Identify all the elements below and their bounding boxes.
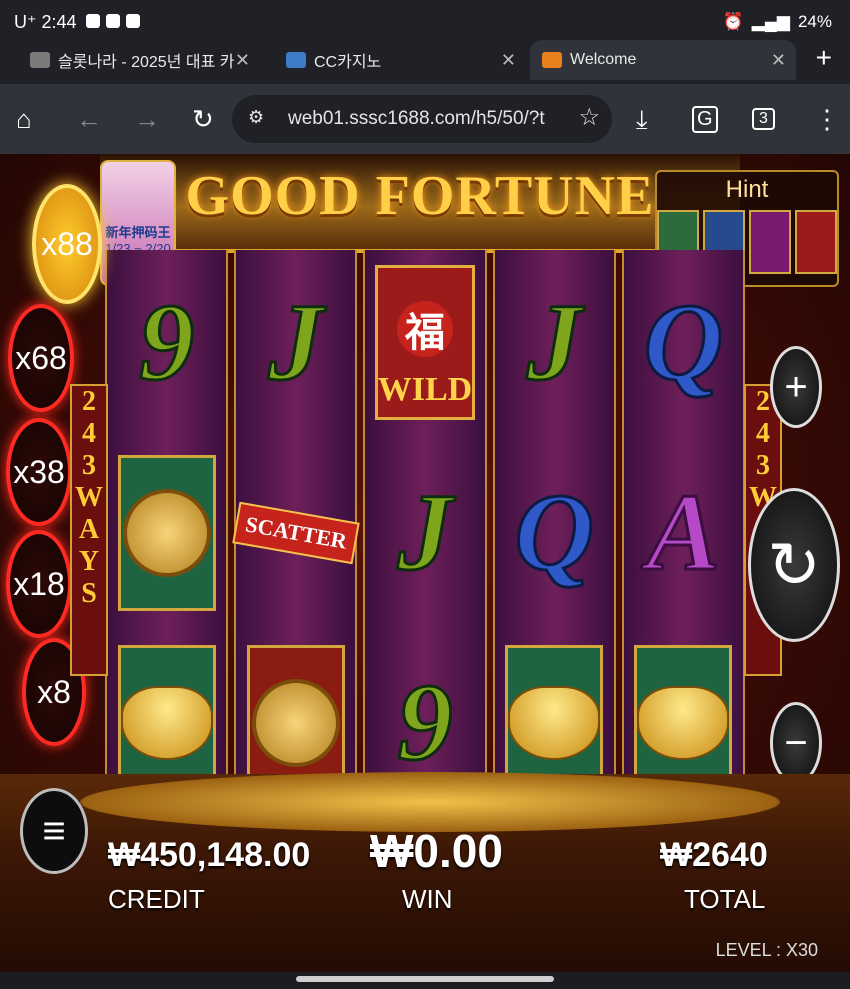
close-tab-icon[interactable]: ✕ — [501, 50, 516, 71]
download-icon[interactable]: ⤓ — [636, 104, 648, 136]
close-tab-icon[interactable]: ✕ — [235, 50, 250, 71]
reel-3: 福 WILD J 9 — [363, 250, 487, 810]
status-bar: U⁺ 2:44 ⏰ ▂▄▆ 24% — [0, 0, 850, 44]
hint-medallion-icon — [795, 210, 837, 274]
bet-increase-button[interactable]: + — [770, 346, 822, 428]
symbol-q: Q — [642, 280, 724, 405]
win-value: ₩0.00 — [370, 825, 503, 877]
symbol-j: J — [396, 470, 454, 595]
address-toolbar: ⌂ ← → ↻ ⚙ web01.sssc1688.com/h5/50/?t ☆ … — [0, 84, 850, 154]
title-roof: GOOD FORTUNE — [100, 154, 740, 253]
credit-label: CREDIT — [108, 884, 205, 914]
medallion-icon — [251, 678, 340, 767]
forward-icon[interactable]: → — [134, 104, 160, 135]
gold-ingot-icon — [637, 685, 730, 760]
reel-2: J SCATTER — [231, 250, 360, 810]
symbol-wild: 福 WILD — [365, 255, 484, 430]
hint-fan-icon — [749, 210, 791, 274]
multiplier-x68: x68 — [8, 304, 74, 412]
tab-cc-casino[interactable]: CC카지노 ✕ — [286, 40, 526, 80]
win-label: WIN — [402, 884, 453, 914]
fu-character-icon: 福 — [397, 301, 453, 357]
symbol-q: Q — [513, 470, 595, 595]
minus-icon: − — [784, 720, 808, 765]
spin-arrow-icon: ↻ — [767, 528, 821, 601]
symbol-j: J — [267, 280, 325, 405]
tab-slotnara[interactable]: 슬롯나라 - 2025년 대표 카 ✕ — [30, 40, 260, 80]
game-canvas[interactable]: GOOD FORTUNE 新年押码王 1/23 ~ 2/20 Hint 9 J … — [0, 154, 850, 972]
site-settings-icon[interactable]: ⚙ — [248, 107, 264, 128]
more-menu-icon[interactable]: ⋮ — [814, 104, 840, 135]
bookmark-star-icon[interactable]: ☆ — [578, 103, 600, 132]
multiplier-x88: x88 — [32, 184, 102, 304]
gold-coins-decoration — [80, 772, 780, 832]
promo-image — [102, 162, 174, 222]
game-title: GOOD FORTUNE — [185, 165, 655, 227]
tab-favicon-icon — [286, 52, 306, 68]
spin-button[interactable]: ↻ — [748, 488, 840, 642]
hamburger-icon: ≡ — [42, 808, 66, 853]
coin-icon — [122, 488, 211, 577]
translate-icon[interactable]: G — [692, 106, 718, 133]
hint-label: Hint — [725, 176, 769, 203]
plus-icon: + — [784, 364, 808, 409]
signal-icon: ▂▄▆ — [751, 12, 790, 31]
symbol-9: 9 — [138, 280, 196, 405]
tab-favicon-icon — [542, 52, 562, 68]
tab-count-button[interactable]: 3 — [752, 108, 775, 130]
menu-button[interactable]: ≡ — [20, 788, 88, 874]
bet-decrease-button[interactable]: − — [770, 702, 822, 784]
tab-welcome[interactable]: Welcome ✕ — [530, 40, 796, 80]
status-time: U⁺ 2:44 — [14, 12, 77, 32]
gesture-bar[interactable] — [296, 976, 554, 982]
reel-4: J Q — [492, 250, 616, 810]
home-icon[interactable]: ⌂ — [16, 104, 32, 135]
total-bet-value: ₩2640 — [660, 836, 768, 874]
reel-5: Q A — [621, 250, 746, 810]
level-indicator: LEVEL : X30 — [715, 940, 818, 960]
gold-ingot-icon — [508, 685, 601, 760]
back-icon[interactable]: ← — [76, 104, 102, 135]
notification-icons — [86, 14, 140, 28]
close-tab-icon[interactable]: ✕ — [771, 50, 786, 71]
gold-ingot-icon — [120, 685, 213, 760]
tab-strip: 슬롯나라 - 2025년 대표 카 ✕ CC카지노 ✕ Welcome ✕ + — [0, 40, 850, 84]
total-label: TOTAL — [684, 884, 766, 914]
symbol-j: J — [525, 280, 583, 405]
ways-banner-left: 243WAYS — [70, 384, 108, 676]
battery-text: 24% — [797, 12, 832, 31]
status-right: ⏰ ▂▄▆ 24% — [723, 12, 832, 32]
symbol-a: A — [645, 470, 721, 595]
reload-icon[interactable]: ↻ — [192, 104, 214, 135]
symbol-scatter: SCATTER — [231, 445, 360, 620]
multiplier-x18: x18 — [6, 530, 72, 638]
symbol-coin — [107, 445, 226, 620]
reel-area: 9 J SCATTER 福 WILD J 9 J Q Q A — [105, 250, 746, 810]
tab-favicon-icon — [30, 52, 50, 68]
alarm-icon: ⏰ — [722, 12, 744, 31]
url-field[interactable]: ⚙ web01.sssc1688.com/h5/50/?t ☆ — [232, 95, 612, 143]
multiplier-x38: x38 — [6, 418, 72, 526]
credit-value: ₩450,148.00 — [108, 836, 311, 874]
new-tab-icon[interactable]: + — [816, 42, 832, 74]
reel-1: 9 — [105, 250, 229, 810]
